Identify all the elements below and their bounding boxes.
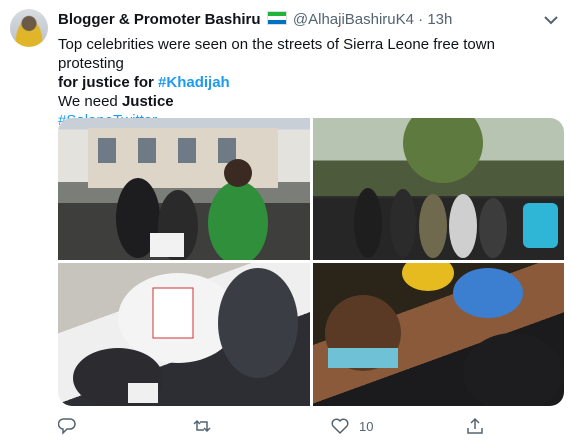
reply-button[interactable]	[58, 416, 76, 436]
tweet-actions: 10	[58, 416, 538, 436]
photo-1[interactable]	[58, 118, 310, 260]
hashtag-khadijah[interactable]: #Khadijah	[158, 74, 230, 91]
tweet-line-2: for justice for #Khadijah	[58, 74, 230, 91]
photo-4[interactable]	[313, 263, 564, 406]
author-name[interactable]: Blogger & Promoter Bashiru	[58, 11, 261, 28]
share-icon	[467, 417, 483, 434]
like-count: 10	[359, 418, 374, 434]
photo-3[interactable]	[58, 263, 310, 406]
tweet-line-3: We need Justice	[58, 93, 174, 110]
retweet-button[interactable]	[193, 416, 211, 436]
retweet-icon	[193, 419, 211, 433]
timestamp[interactable]: 13h	[427, 11, 452, 28]
tweet-text: Top celebrities were seen on the streets…	[58, 35, 563, 130]
author-handle[interactable]: @AlhajiBashiruK4	[293, 11, 414, 28]
share-button[interactable]	[466, 416, 484, 436]
tweet-line-1: Top celebrities were seen on the streets…	[58, 36, 495, 72]
heart-icon	[331, 418, 349, 435]
like-button[interactable]: 10	[331, 416, 373, 436]
separator: ·	[418, 11, 424, 28]
photo-2[interactable]	[313, 118, 564, 260]
chevron-down-icon[interactable]	[542, 13, 560, 27]
photo-grid	[58, 118, 564, 406]
reply-icon	[58, 418, 76, 435]
sierra-leone-flag-icon	[266, 11, 287, 25]
tweet-header: Blogger & Promoter Bashiru @AlhajiBashir…	[58, 11, 562, 33]
avatar[interactable]	[10, 9, 48, 47]
